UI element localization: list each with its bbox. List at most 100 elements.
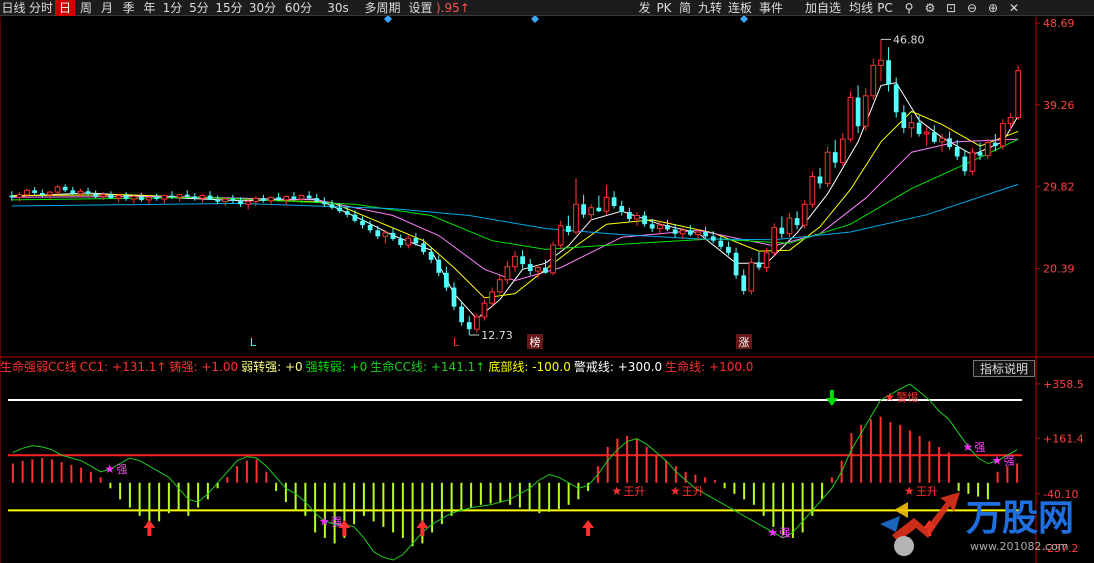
star-icon: ★: [611, 484, 622, 498]
indicator-tick-label: +161.4: [1043, 432, 1084, 445]
candle: [85, 191, 91, 194]
price-tick-label: 48.69: [1043, 17, 1075, 30]
candle: [474, 316, 480, 330]
strong-label: 强: [974, 441, 985, 454]
toolbar-item-10[interactable]: 30分: [246, 0, 279, 16]
close-icon[interactable]: ✕: [1005, 0, 1023, 16]
toolbar-right-item-8[interactable]: PC: [876, 0, 894, 16]
candle: [527, 264, 533, 272]
star-icon: ★: [962, 440, 973, 454]
candle: [649, 224, 655, 229]
candle: [108, 194, 114, 199]
candle: [367, 225, 373, 231]
candle: [421, 243, 426, 252]
candle: [969, 151, 976, 172]
candle: [916, 122, 922, 134]
star-icon: ★: [767, 525, 778, 539]
candle: [222, 198, 229, 203]
high-annotation: 46.80: [893, 33, 925, 46]
star-icon: ★: [670, 484, 681, 498]
candle: [893, 84, 899, 113]
candle: [481, 302, 488, 318]
candle: [642, 215, 647, 225]
toolbar-right-item-5[interactable]: 事件: [756, 0, 786, 16]
candle: [596, 207, 602, 212]
indicator-header-item: 底部线: -100.0: [488, 360, 571, 374]
toolbar-right-item-6[interactable]: 加自选: [803, 0, 843, 16]
toolbar-item-0[interactable]: 日线: [0, 0, 27, 16]
ma-line-ma60: [11, 183, 1019, 241]
candle: [451, 287, 457, 307]
candle: [947, 138, 952, 147]
candle: [566, 225, 571, 233]
toolbar-item-12[interactable]: 30s: [318, 0, 358, 16]
toolbar-item-11[interactable]: 60分: [280, 0, 317, 16]
candle: [847, 97, 854, 140]
candle: [1000, 123, 1006, 147]
toolbar-right-item-1[interactable]: PK: [654, 0, 674, 16]
candle: [939, 137, 945, 143]
indicator-header-item: 生命CC线: +141.1↑: [370, 360, 486, 374]
candle: [344, 211, 350, 215]
candle: [100, 194, 107, 197]
candle: [115, 195, 122, 199]
candle: [283, 195, 290, 201]
candle: [878, 59, 884, 66]
watermark-text: 万股网: [966, 498, 1074, 539]
zoom-out-icon[interactable]: ⊖: [963, 0, 981, 16]
toolbar-item-6[interactable]: 年: [140, 0, 159, 16]
candle: [444, 272, 449, 288]
strong-label: 强: [116, 463, 127, 476]
settings-icon[interactable]: ⚙: [921, 0, 939, 16]
candle: [733, 252, 739, 276]
candle: [581, 204, 586, 215]
candle: [398, 238, 404, 246]
candle: [322, 201, 327, 205]
event-marker: L: [453, 336, 460, 349]
toolbar-item-13[interactable]: 多周期: [360, 0, 405, 16]
toolbar-item-9[interactable]: 15分: [213, 0, 245, 16]
candle: [329, 204, 335, 208]
king-label: 王升: [623, 485, 645, 498]
candle: [832, 152, 838, 163]
candle: [176, 194, 183, 198]
candle: [962, 156, 968, 172]
toolbar-item-3[interactable]: 周: [76, 0, 96, 16]
indicator-header-item: 强转弱: +0: [305, 360, 368, 374]
toolbar-item-1[interactable]: 分时: [28, 0, 54, 16]
toolbar-item-14[interactable]: 设置: [406, 0, 435, 16]
toolbar-item-5[interactable]: 季: [118, 0, 139, 16]
expand-icon[interactable]: ⊡: [942, 0, 960, 16]
candle: [413, 238, 419, 244]
toolbar-right-item-7[interactable]: 均线: [847, 0, 875, 16]
candle: [39, 192, 45, 195]
indicator-tick-label: +358.5: [1043, 378, 1084, 391]
candle: [726, 246, 731, 253]
toolbar-item-8[interactable]: 5分: [186, 0, 212, 16]
candle: [130, 195, 137, 200]
toolbar-item-2[interactable]: 日: [55, 0, 75, 16]
lock-icon[interactable]: ⚲: [900, 0, 918, 16]
up-arrow-icon: [416, 520, 429, 536]
zoom-in-icon[interactable]: ⊕: [984, 0, 1002, 16]
candle: [276, 197, 282, 200]
toolbar-right-item-3[interactable]: 九转: [696, 0, 724, 16]
toolbar-item-7[interactable]: 1分: [160, 0, 185, 16]
toolbar-readout: ).95↑: [436, 1, 470, 15]
candle: [375, 230, 381, 237]
candle: [718, 240, 724, 247]
toolbar-item-4[interactable]: 月: [97, 0, 117, 16]
up-arrow-icon: [143, 520, 156, 536]
toolbar-right-item-2[interactable]: 简: [676, 0, 694, 16]
candle: [32, 190, 38, 193]
indicator-header-item: 警戒线: +300.0: [573, 360, 663, 374]
candle: [543, 267, 548, 273]
candle: [382, 232, 389, 237]
toolbar-right-item-4[interactable]: 连板: [725, 0, 755, 16]
toolbar-right-item-0[interactable]: 发: [636, 0, 653, 16]
candle: [992, 142, 998, 147]
king-label: 王升: [682, 485, 704, 498]
candle: [1015, 70, 1022, 118]
period-marker-icon: [531, 16, 539, 23]
indicator-explain-button[interactable]: 指标说明: [973, 360, 1035, 377]
